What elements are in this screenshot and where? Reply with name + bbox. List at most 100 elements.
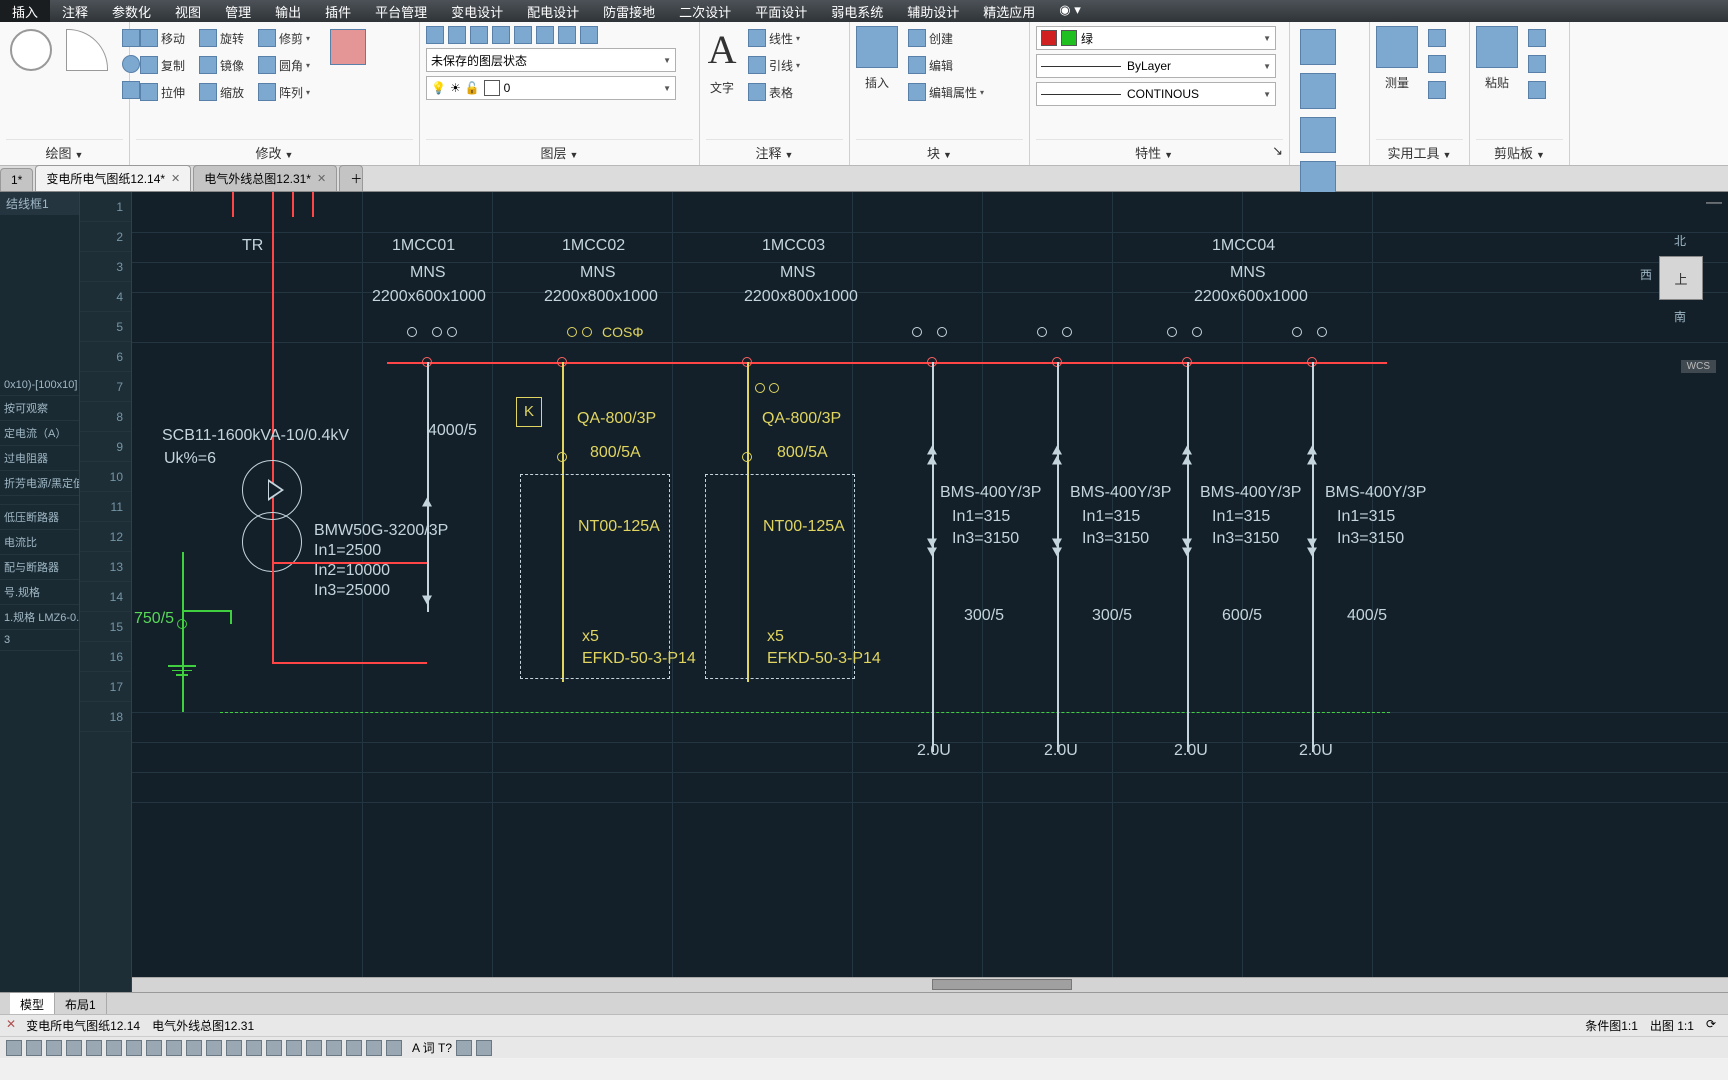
copy-clip-button[interactable]: [1524, 52, 1550, 76]
edit-block-button[interactable]: 编辑: [904, 53, 988, 77]
refresh-icon[interactable]: ⟳: [1700, 1017, 1722, 1034]
drawing-canvas[interactable]: — TR 1MCC01 MNS 2200x600x1000 1MCC02 MNS…: [132, 192, 1728, 992]
polar-icon[interactable]: [66, 1040, 82, 1056]
leader-button[interactable]: 引线▾: [744, 53, 804, 77]
menu-item[interactable]: 注释: [50, 0, 100, 22]
lwt-icon[interactable]: [146, 1040, 162, 1056]
3d-icon[interactable]: [366, 1040, 382, 1056]
panel-title[interactable]: 注释▼: [706, 139, 843, 165]
menu-item[interactable]: 配电设计: [515, 0, 591, 22]
layer-props-icon[interactable]: [426, 26, 444, 44]
doc-tab[interactable]: 1*: [0, 168, 33, 191]
status-doc[interactable]: 变电所电气图纸12.14: [20, 1017, 146, 1034]
trim-button[interactable]: 修剪▾: [254, 26, 314, 50]
modify-erase-button[interactable]: [326, 26, 370, 68]
panel-title[interactable]: 特性▼↘: [1036, 139, 1283, 165]
scroll-thumb[interactable]: [932, 979, 1072, 990]
view-cube[interactable]: 北 西 上 南: [1646, 232, 1716, 322]
menu-item[interactable]: 弱电系统: [819, 0, 895, 22]
list-item[interactable]: 1.规格 LMZ6-0.66: [0, 605, 79, 630]
line-button[interactable]: [6, 26, 56, 74]
layer-on-icon[interactable]: [448, 26, 466, 44]
menu-item[interactable]: 变电设计: [439, 0, 515, 22]
match-button[interactable]: [1524, 78, 1550, 102]
move-button[interactable]: 移动: [136, 26, 189, 50]
ws-icon[interactable]: [266, 1040, 282, 1056]
util-button[interactable]: [1424, 78, 1450, 102]
layer-iso-icon[interactable]: [514, 26, 532, 44]
layer-prev-icon[interactable]: [558, 26, 576, 44]
group-button[interactable]: [1296, 26, 1340, 68]
lineweight-combo[interactable]: ByLayer ▼: [1036, 54, 1276, 78]
list-item[interactable]: 按可观察: [0, 396, 79, 421]
stretch-button[interactable]: 拉伸: [136, 80, 189, 104]
text-button[interactable]: 文字: [706, 76, 738, 99]
tab-model[interactable]: 模型: [10, 993, 55, 1014]
measure-button[interactable]: 测量: [1381, 71, 1413, 94]
layer-state-combo[interactable]: 未保存的图层状态▼: [426, 48, 676, 72]
grid-icon[interactable]: [26, 1040, 42, 1056]
annoscale-icon[interactable]: [246, 1040, 262, 1056]
panel-title[interactable]: 剪贴板▼: [1476, 139, 1563, 165]
menu-more-icon[interactable]: ◉ ▾: [1047, 0, 1092, 22]
list-item[interactable]: 折芳电源/黑定值（A: [0, 471, 79, 496]
table-button[interactable]: 表格: [744, 80, 804, 104]
status-plot[interactable]: 出图 1:1: [1644, 1017, 1700, 1034]
rotate-button[interactable]: 旋转: [195, 26, 248, 50]
clean-icon[interactable]: [306, 1040, 322, 1056]
layer-match-icon[interactable]: [536, 26, 554, 44]
copy-button[interactable]: 复制: [136, 53, 189, 77]
model-icon[interactable]: [166, 1040, 182, 1056]
lock-ui-icon[interactable]: [326, 1040, 342, 1056]
otrack-icon[interactable]: [106, 1040, 122, 1056]
layer-current-combo[interactable]: 💡☀🔓0 ▼: [426, 76, 676, 100]
extra-icon[interactable]: [476, 1040, 492, 1056]
qprop-icon[interactable]: [186, 1040, 202, 1056]
list-item[interactable]: 定电流（A）: [0, 421, 79, 446]
layer-walk-icon[interactable]: [580, 26, 598, 44]
dyn-icon[interactable]: [126, 1040, 142, 1056]
menu-item[interactable]: 辅助设计: [895, 0, 971, 22]
menu-item[interactable]: 视图: [163, 0, 213, 22]
hw-icon[interactable]: [286, 1040, 302, 1056]
menu-item[interactable]: 精选应用: [971, 0, 1047, 22]
menu-item[interactable]: 插件: [313, 0, 363, 22]
array-button[interactable]: 阵列▾: [254, 80, 314, 104]
status-doc[interactable]: 电气外线总图12.31: [146, 1017, 260, 1034]
menu-item[interactable]: 二次设计: [667, 0, 743, 22]
insert-block-button[interactable]: 插入: [861, 71, 893, 94]
pan-icon[interactable]: [386, 1040, 402, 1056]
menu-item[interactable]: 平台管理: [363, 0, 439, 22]
minimize-icon[interactable]: —: [1706, 194, 1722, 212]
edit-attr-button[interactable]: 编辑属性▾: [904, 80, 988, 104]
osnap-icon[interactable]: [86, 1040, 102, 1056]
ortho-icon[interactable]: [46, 1040, 62, 1056]
obj-icon[interactable]: [346, 1040, 362, 1056]
panel-title[interactable]: 修改▼: [136, 139, 413, 165]
dimlinear-button[interactable]: 线性▾: [744, 26, 804, 50]
menu-item[interactable]: 参数化: [100, 0, 163, 22]
list-item[interactable]: 3: [0, 630, 79, 651]
close-icon[interactable]: ✕: [6, 1017, 16, 1034]
fillet-button[interactable]: 圆角▾: [254, 53, 314, 77]
menu-item[interactable]: 插入: [0, 0, 50, 22]
new-tab-button[interactable]: ＋: [339, 165, 363, 191]
viewcube-top[interactable]: 上: [1659, 256, 1703, 300]
list-item[interactable]: 过电阻器: [0, 446, 79, 471]
iso-icon[interactable]: [226, 1040, 242, 1056]
status-scale[interactable]: 条件图1:1: [1579, 1017, 1644, 1034]
list-item[interactable]: 0x10)-[100x10]: [0, 375, 79, 396]
panel-title[interactable]: 实用工具▼: [1376, 139, 1463, 165]
linetype-combo[interactable]: CONTINOUS ▼: [1036, 82, 1276, 106]
menu-item[interactable]: 输出: [263, 0, 313, 22]
panel-title[interactable]: 绘图▼: [6, 139, 123, 165]
ungroup-button[interactable]: [1296, 70, 1340, 112]
close-icon[interactable]: ✕: [171, 172, 180, 185]
list-item[interactable]: 电流比: [0, 530, 79, 555]
list-item[interactable]: 配与断路器: [0, 555, 79, 580]
menu-item[interactable]: 管理: [213, 0, 263, 22]
horizontal-scrollbar[interactable]: [132, 977, 1728, 992]
menu-item[interactable]: 平面设计: [743, 0, 819, 22]
list-item[interactable]: 低压断路器: [0, 505, 79, 530]
arc-button[interactable]: [62, 26, 112, 74]
